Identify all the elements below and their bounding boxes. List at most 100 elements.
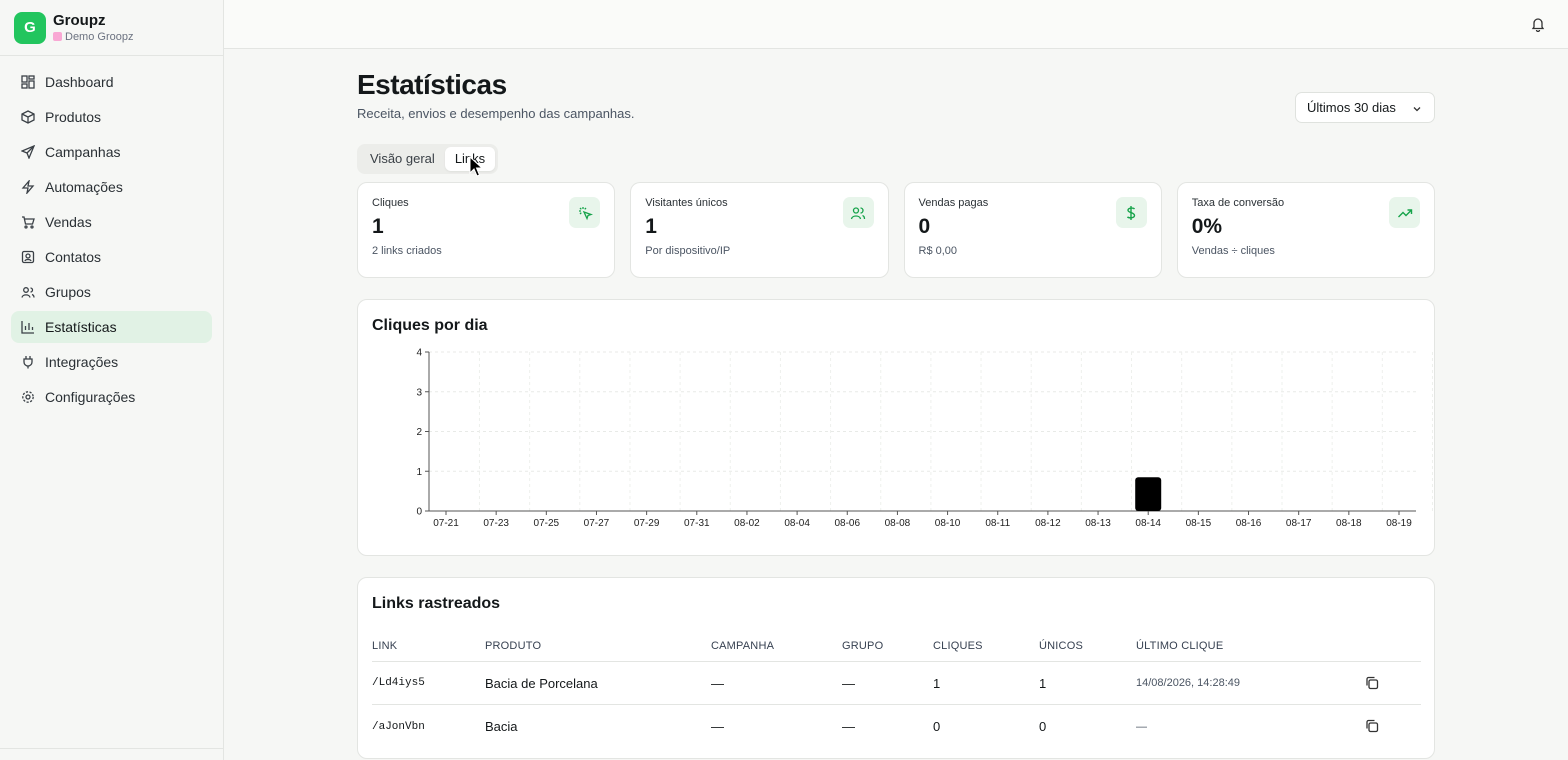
copy-icon[interactable] [1365, 719, 1379, 733]
gear-icon [21, 390, 35, 404]
gift-icon [53, 32, 62, 41]
page-title: Estatísticas [357, 69, 507, 100]
link-unique: 1 [1039, 675, 1047, 691]
bell-icon[interactable] [1530, 16, 1546, 33]
y-tick-label: 0 [416, 507, 422, 518]
sidebar-nav: Dashboard Produtos Campanhas Automações … [0, 56, 223, 413]
contact-icon [21, 250, 35, 264]
sidebar-item-label: Produtos [45, 109, 102, 125]
x-tick-label: 08-04 [784, 518, 810, 529]
stat-label: Taxa de conversão [1191, 197, 1285, 209]
x-tick-label: 07-25 [534, 518, 560, 529]
y-tick-label: 2 [416, 427, 422, 438]
x-tick-label: 08-10 [935, 518, 961, 529]
col-grupo: GRUPO [842, 639, 884, 652]
stat-card-conversao: Taxa de conversão 0% Vendas ÷ cliques [1176, 182, 1435, 278]
link-product: Bacia de Porcelana [485, 675, 598, 691]
stat-value: 0% [1191, 215, 1223, 238]
stat-sub: Vendas ÷ cliques [1191, 245, 1275, 257]
bar-chart-icon [21, 320, 35, 334]
sidebar-item-produtos[interactable]: Produtos [11, 101, 212, 133]
sidebar-item-configuracoes[interactable]: Configurações [11, 381, 212, 413]
link-last-click: 14/08/2026, 14:28:49 [1136, 677, 1240, 689]
sidebar-item-campanhas[interactable]: Campanhas [11, 136, 212, 168]
mouse-cursor-icon [469, 156, 483, 177]
y-tick-label: 3 [416, 387, 422, 398]
sidebar: G Groupz Demo Groopz Dashboard Produtos … [0, 0, 224, 760]
sidebar-item-automacoes[interactable]: Automações [11, 171, 212, 203]
link-group: — [842, 719, 855, 734]
sidebar-item-estatisticas[interactable]: Estatísticas [11, 311, 212, 343]
stat-label: Vendas pagas [918, 197, 989, 209]
sidebar-item-dashboard[interactable]: Dashboard [11, 66, 212, 98]
x-tick-label: 08-15 [1186, 518, 1212, 529]
sidebar-item-label: Campanhas [45, 144, 121, 160]
x-tick-label: 07-29 [634, 518, 660, 529]
link-clicks: 0 [933, 719, 941, 734]
chart-panel: Cliques por dia 0 1 2 3 4 07-21 07-23 07-25 07-2… [357, 299, 1435, 556]
brand-text: Groupz Demo Groopz [53, 12, 133, 44]
stat-card-cliques: Cliques 1 2 links criados [357, 182, 616, 278]
col-campanha: CAMPANHA [711, 639, 775, 652]
sidebar-item-label: Integrações [45, 354, 119, 370]
sidebar-footer-divider [0, 748, 223, 749]
plug-icon [21, 355, 35, 369]
x-tick-label: 08-14 [1135, 518, 1161, 529]
col-cliques: CLIQUES [933, 639, 983, 652]
brand-header[interactable]: G Groupz Demo Groopz [0, 0, 223, 56]
x-tick-label: 08-19 [1386, 518, 1412, 529]
col-unicos: ÚNICOS [1039, 639, 1083, 652]
topbar [224, 0, 1568, 49]
col-ultimo-clique: ÚLTIMO CLIQUE [1136, 639, 1224, 652]
x-tick-label: 08-18 [1336, 518, 1362, 529]
page-subtitle: Receita, envios e desempenho das campanh… [357, 106, 635, 121]
trending-up-icon [1389, 197, 1420, 228]
stat-card-visitantes: Visitantes únicos 1 Por dispositivo/IP [630, 182, 889, 278]
copy-icon[interactable] [1365, 676, 1379, 690]
x-tick-label: 07-21 [433, 518, 459, 529]
x-tick-label: 08-12 [1035, 518, 1061, 529]
links-panel: Links rastreados LINK PRODUTO CAMPANHA G… [357, 577, 1435, 759]
stat-sub: R$ 0,00 [918, 245, 958, 257]
sidebar-item-integracoes[interactable]: Integrações [11, 346, 212, 378]
table-row: /aJonVbn Bacia — — 0 0 — [372, 705, 1421, 748]
link-slug[interactable]: /aJonVbn [372, 721, 485, 733]
col-produto: PRODUTO [485, 639, 542, 652]
y-tick-label: 1 [416, 467, 422, 478]
send-icon [21, 145, 35, 159]
tab-visao-geral[interactable]: Visão geral [360, 147, 445, 171]
brand-logo: G [14, 11, 46, 44]
stat-value: 1 [645, 215, 657, 238]
sidebar-item-contatos[interactable]: Contatos [11, 241, 212, 273]
sidebar-item-label: Estatísticas [45, 319, 117, 335]
stat-card-vendas: Vendas pagas 0 R$ 0,00 [903, 182, 1162, 278]
x-tick-label: 08-11 [985, 518, 1010, 529]
stat-value: 1 [372, 215, 384, 238]
link-slug[interactable]: /Ld4iys5 [372, 677, 485, 689]
table-header: LINK PRODUTO CAMPANHA GRUPO CLIQUES ÚNIC… [372, 630, 1421, 662]
links-title: Links rastreados [372, 595, 501, 612]
x-tick-label: 07-31 [684, 518, 710, 529]
stat-sub: 2 links criados [372, 245, 442, 257]
stat-cards: Cliques 1 2 links criados Visitantes úni… [357, 182, 1435, 278]
cart-icon [21, 215, 35, 229]
sidebar-item-vendas[interactable]: Vendas [11, 206, 212, 238]
clicks-per-day-chart: 0 1 2 3 4 07-21 07-23 07-25 07-27 07-29 07-31 08-02… [416, 348, 1433, 529]
pointer-click-icon [569, 197, 601, 228]
date-range-select[interactable]: Últimos 30 dias [1295, 92, 1435, 123]
link-clicks: 1 [933, 675, 941, 691]
sidebar-item-label: Vendas [45, 214, 92, 230]
bar [1135, 477, 1162, 511]
sidebar-item-label: Configurações [45, 389, 136, 405]
workspace-name: Demo Groopz [53, 30, 133, 44]
sidebar-item-label: Automações [45, 179, 123, 195]
sidebar-item-label: Grupos [45, 284, 91, 300]
dollar-icon [1115, 197, 1147, 228]
sidebar-item-grupos[interactable]: Grupos [11, 276, 212, 308]
x-tick-label: 08-08 [885, 518, 911, 529]
users-icon [21, 285, 35, 299]
sidebar-item-label: Dashboard [45, 74, 114, 90]
x-tick-label: 08-17 [1286, 518, 1312, 529]
table-row: /Ld4iys5 Bacia de Porcelana — — 1 1 14/0… [372, 662, 1421, 705]
x-tick-label: 07-23 [483, 518, 509, 529]
